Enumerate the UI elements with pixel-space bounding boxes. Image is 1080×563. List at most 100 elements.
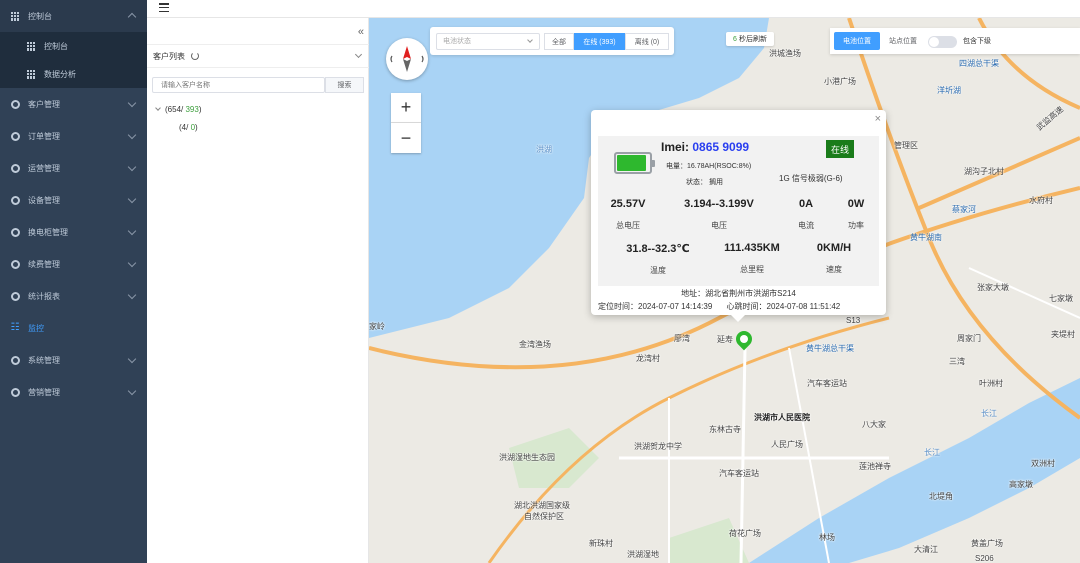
locate-time: 定位时间：2024-07-07 14:14:39 [598,302,713,311]
map-label: 小港广场 [824,77,856,86]
map-label: 龙湾村 [636,354,660,363]
battery-status-select[interactable]: 电池状态 [436,33,540,50]
chevron-down-icon [127,194,137,204]
customer-list-title: 客户列表 [153,51,185,61]
map-label: 长江 [924,448,940,457]
imei-field: Imei: 0865 9099 [661,140,749,154]
grid-icon [26,69,36,79]
map-label: 洪湖贺龙中学 [634,442,682,451]
map-label: 七家墩 [1049,294,1073,303]
zoom-out-button[interactable]: − [391,123,421,153]
sidebar-item-cabinet[interactable]: 换电柜管理 [0,216,147,248]
metric-value: 0KM/H [816,242,852,254]
map-label: 人民广场 [771,440,803,449]
map-label: 八大家 [862,420,886,429]
metric-label: 总电压 [616,221,640,230]
tree-node-root[interactable]: (654/ 393) [155,105,202,114]
metric-label: 电压 [711,221,727,230]
filter-all-button[interactable]: 全部 [544,33,574,50]
metric-total-voltage: 25.57V 总电压 [600,198,656,231]
sidebar-item-label: 控制台 [28,11,52,21]
hamburger-menu-icon[interactable] [159,3,169,12]
refresh-icon[interactable] [191,52,199,60]
imei-label: Imei: [661,140,693,154]
map-label: 北堤角 [929,492,953,501]
gear-icon [10,99,20,109]
customer-panel: « 客户列表 搜索 (654/ 393) (4/ 0) [147,18,369,563]
sidebar-item-label: 营销管理 [28,387,60,397]
map-label: 湖沟子北村 [964,167,1004,176]
sidebar-item-system[interactable]: 系统管理 [0,344,147,376]
customer-search-input[interactable] [152,77,325,93]
gear-icon [10,163,20,173]
sidebar-item-label: 续费管理 [28,259,60,269]
top-bar [147,0,1080,18]
map-label: 洪湖市人民医院 [754,413,810,422]
map-label: 黄牛湖总干渠 [806,344,854,353]
metric-value: 3.194--3.199V [684,198,754,210]
gear-icon [10,195,20,205]
map[interactable]: 洪城渔场 小港广场 四湖总干渠 洋圻湖 武监高速 洪湖 管理区 湖沟子北村 水府… [369,18,1080,563]
caret-down-icon[interactable] [155,105,161,111]
sidebar-item-reports[interactable]: 统计报表 [0,280,147,312]
customer-list-header[interactable]: 客户列表 [147,44,369,68]
chevron-down-icon [527,37,533,43]
refresh-countdown: 6 秒后刷新 [726,32,774,46]
sidebar-item-operation[interactable]: 运营管理 [0,152,147,184]
tree-child-prefix: (4/ [179,123,191,132]
grid-icon [26,41,36,51]
double-chevron-left-icon[interactable]: « [358,26,364,38]
sidebar-item-dashboard[interactable]: 控制台 [0,0,147,32]
map-label: 夹堤村 [1051,330,1075,339]
customer-search-button[interactable]: 搜索 [325,77,364,93]
map-label: 三湾 [949,357,965,366]
metric-value: 111.435KM [724,242,780,254]
zoom-in-button[interactable]: + [391,93,421,123]
map-label: 洋圻湖 [937,86,961,95]
map-label: 黄牛湖南 [910,233,942,242]
include-sub-toggle[interactable] [928,36,957,48]
sidebar-item-monitor[interactable]: ☷ 监控 [0,312,147,344]
sidebar-item-device[interactable]: 设备管理 [0,184,147,216]
map-label: 洪湖湿地 [627,550,659,559]
sidebar-subitem-dashboard[interactable]: 控制台 [0,32,147,60]
sidebar-item-label: 客户管理 [28,99,60,109]
map-label: 汽车客运站 [807,379,847,388]
sidebar-item-customer[interactable]: 客户管理 [0,88,147,120]
battery-info-panel: Imei: 0865 9099 在线 电量：16.78AH(RSOC:8%) 状… [598,136,879,286]
map-label: 双洲村 [1031,459,1055,468]
imei-value: 0865 9099 [692,140,750,154]
metric-label: 总里程 [740,265,764,274]
address-text: 地址：湖北省荆州市洪湖市S214 [681,289,796,298]
include-sub-label: 包含下级 [963,38,991,45]
sidebar-item-marketing[interactable]: 营销管理 [0,376,147,408]
sidebar-subitem-data-analysis[interactable]: 数据分析 [0,60,147,88]
sidebar-item-renewal[interactable]: 续费管理 [0,248,147,280]
compass-control[interactable] [386,38,428,80]
sidebar-item-order[interactable]: 订单管理 [0,120,147,152]
map-label: 家岭 [369,322,385,331]
chevron-down-icon[interactable] [354,50,363,59]
map-label: 汽车客运站 [719,469,759,478]
sidebar-item-label: 运营管理 [28,163,60,173]
chevron-down-icon [127,258,137,268]
org-chart-icon: ☷ [10,322,20,333]
battery-position-button[interactable]: 电池位置 [834,32,880,50]
refresh-text: 秒后刷新 [738,36,767,43]
close-icon[interactable]: × [875,113,881,125]
tree-child-suffix: ) [195,123,198,132]
gear-icon [10,387,20,397]
metric-value: 31.8--32.3℃ [626,243,690,255]
metric-value: 0W [847,198,865,210]
station-position-button[interactable]: 站点位置 [880,32,926,50]
filter-online-button[interactable]: 在线 (393) [574,33,625,50]
tree-node-child[interactable]: (4/ 0) [179,123,198,132]
map-label: 金湾渔场 [519,340,551,349]
toggle-knob [929,37,939,47]
gear-icon [10,131,20,141]
map-label: 莲池禅寺 [859,462,891,471]
chevron-down-icon [127,162,137,172]
metric-temperature: 31.8--32.3℃ 温度 [616,242,700,276]
filter-offline-button[interactable]: 离线 (0) [625,33,669,50]
map-label: 林场 [819,533,835,542]
